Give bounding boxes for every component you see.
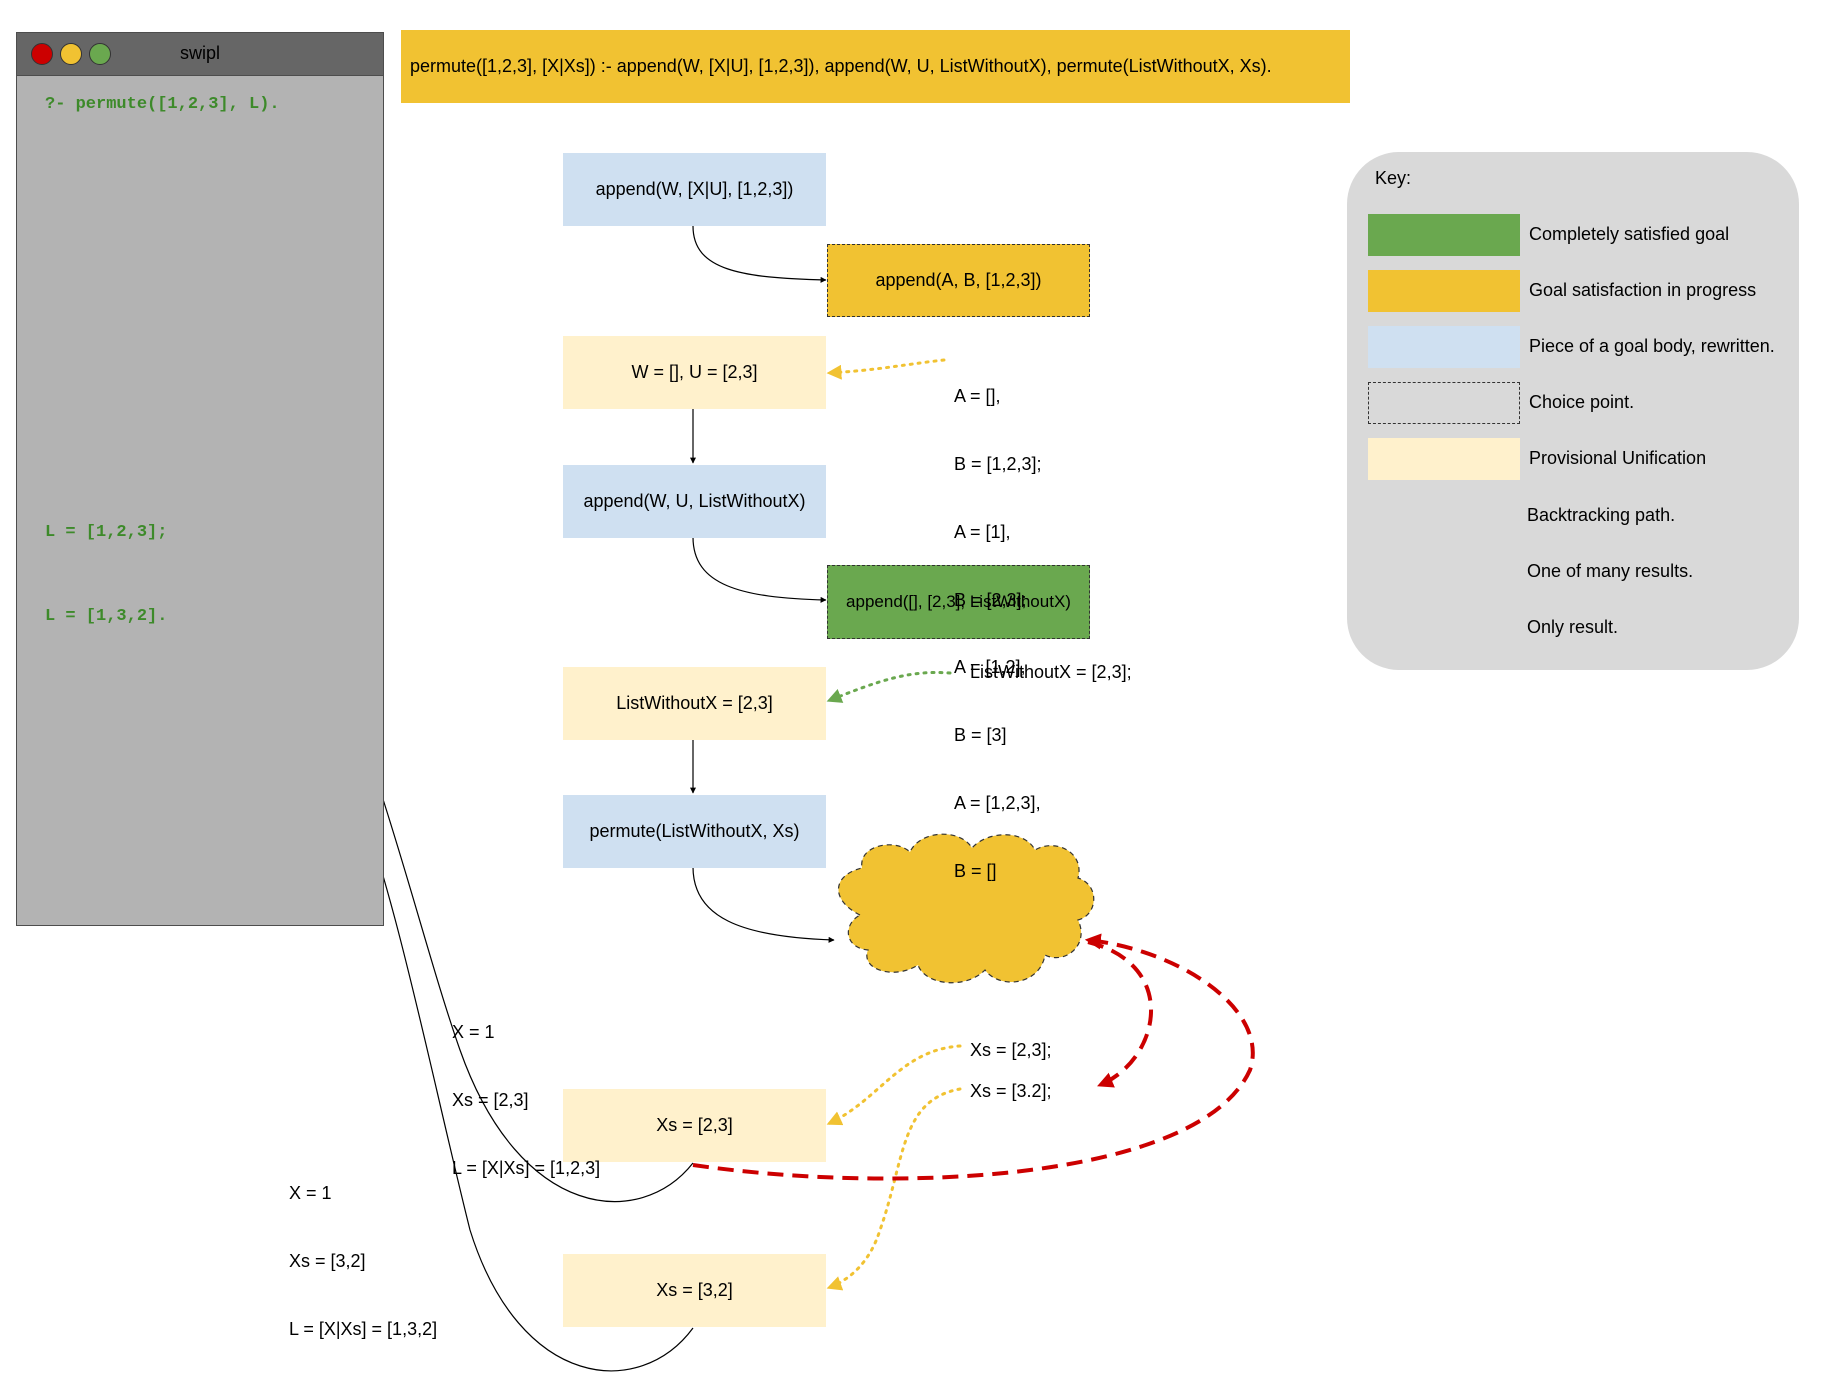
- key-label-choice-point: Choice point.: [1529, 392, 1635, 412]
- terminal-query: ?- permute([1,2,3], L).: [45, 95, 280, 114]
- xs-result-1: Xs = [2,3];: [970, 1040, 1052, 1060]
- key-swatch-rewritten: [1368, 326, 1520, 368]
- green-dotted-arrow-lwx: [826, 671, 952, 703]
- listwithoutx-result: ListWithoutX = [2,3];: [970, 662, 1132, 682]
- append-results-list: A = [], B = [1,2,3]; A = [1], B = [2,3];…: [954, 340, 1042, 905]
- key-label-provisional: Provisional Unification: [1529, 448, 1707, 468]
- key-label-only-result: Only result.: [1527, 617, 1619, 637]
- terminal-result-2: L = [1,3,2].: [45, 607, 168, 626]
- append-result-line: B = [2,3];: [954, 589, 1027, 610]
- key-label-one-of-many: One of many results.: [1527, 561, 1694, 581]
- solution-line: L = [X|Xs] = [1,3,2]: [289, 1318, 438, 1339]
- backtrack-path-1: [1087, 940, 1153, 1088]
- key-swatch-in-progress: [1368, 270, 1520, 312]
- rule-header: permute([1,2,3], [X|Xs]) :- append(W, [X…: [401, 30, 1350, 103]
- unification-listwithoutx: ListWithoutX = [2,3]: [563, 667, 826, 740]
- connector-permute-to-cloud: [692, 866, 835, 943]
- append-result-line: B = [1,2,3];: [954, 453, 1042, 474]
- yellow-dotted-arrow-xs1: [826, 1044, 962, 1126]
- unification-xs-1: Xs = [2,3]: [563, 1089, 826, 1162]
- append-result-line: A = [1],: [954, 521, 1011, 542]
- key-legend: Key: Completely satisfied goal Goal sati…: [1347, 152, 1799, 670]
- key-label-satisfied: Completely satisfied goal: [1529, 224, 1730, 244]
- terminal-title: swipl: [179, 43, 220, 63]
- unification-w-u: W = [], U = [2,3]: [563, 336, 826, 409]
- solution-line: Xs = [2,3]: [452, 1089, 529, 1110]
- solution-line: X = 1: [289, 1183, 332, 1204]
- key-title: Key:: [1375, 168, 1412, 188]
- permute-call-goal: permute(ListWithoutX, Xs): [563, 795, 826, 868]
- append-goal-1: append(W, [X|U], [1,2,3]): [563, 153, 826, 226]
- choice-point-append: append(A, B, [1,2,3]): [827, 244, 1090, 317]
- terminal-titlebar: swipl: [17, 33, 383, 76]
- key-swatch-provisional: [1368, 438, 1520, 480]
- append-result-line: B = [3]: [954, 725, 1007, 746]
- solution-line: X = 1: [452, 1022, 495, 1043]
- key-label-rewritten: Piece of a goal body, rewritten.: [1529, 336, 1775, 356]
- yellow-dotted-arrow-append: [826, 358, 946, 380]
- key-label-backtracking: Backtracking path.: [1527, 505, 1676, 525]
- connector-append1-to-choice: [692, 225, 827, 283]
- yellow-dotted-arrow-xs2: [826, 1087, 962, 1291]
- key-label-in-progress: Goal satisfaction in progress: [1529, 280, 1757, 300]
- append-result-line: A = [1,2,3],: [954, 792, 1041, 813]
- solution-2-bindings: X = 1 Xs = [3,2] L = [X|Xs] = [1,3,2]: [289, 1137, 437, 1363]
- solution-1-bindings: X = 1 Xs = [2,3] L = [X|Xs] = [1,2,3]: [452, 976, 600, 1202]
- terminal-result-1: L = [1,2,3];: [45, 523, 168, 542]
- solution-line: Xs = [3,2]: [289, 1250, 366, 1271]
- append-result-line: B = []: [954, 860, 997, 881]
- key-swatch-satisfied: [1368, 214, 1520, 256]
- xs-result-2: Xs = [3.2];: [970, 1081, 1052, 1101]
- swipl-terminal: swipl ?- permute([1,2,3], L). L = [1,2,3…: [16, 32, 384, 926]
- solution-line: L = [X|Xs] = [1,2,3]: [452, 1157, 601, 1178]
- append-result-line: A = [],: [954, 386, 1001, 407]
- key-swatch-choice-point: [1368, 382, 1520, 424]
- append-goal-2: append(W, U, ListWithoutX): [563, 465, 826, 538]
- connector-append2-to-satisfied: [692, 536, 827, 603]
- unification-xs-2: Xs = [3,2]: [563, 1254, 826, 1327]
